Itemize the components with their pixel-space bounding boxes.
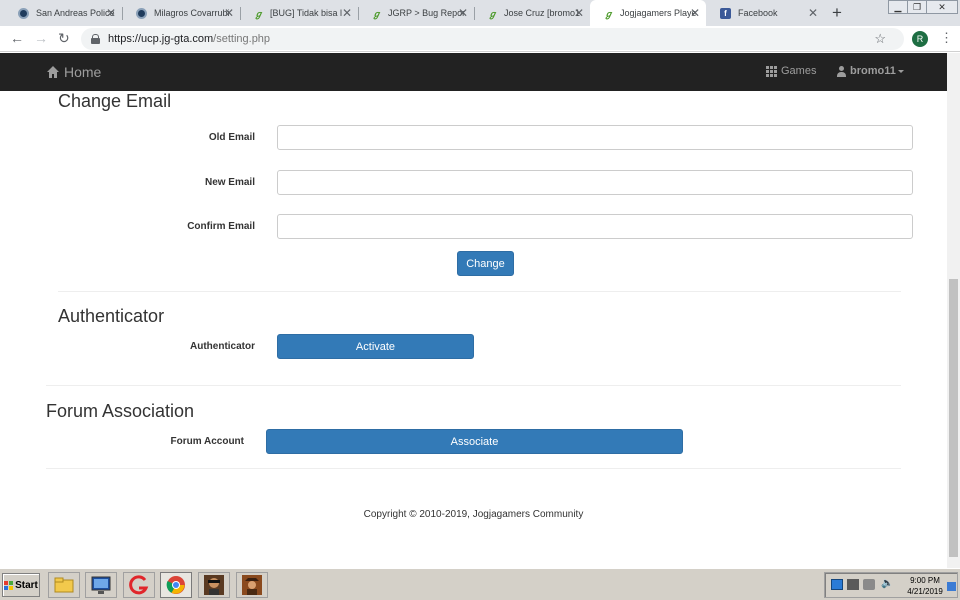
remote-desktop-icon[interactable] bbox=[85, 572, 117, 598]
back-icon[interactable]: ← bbox=[10, 30, 24, 46]
bookmark-star-icon[interactable]: ☆ bbox=[874, 31, 886, 47]
browser-tab[interactable]: f Facebook ✕ bbox=[706, 0, 824, 26]
home-link[interactable]: Home bbox=[46, 64, 101, 80]
close-window-button[interactable]: ✕ bbox=[926, 0, 958, 14]
old-email-field[interactable] bbox=[277, 125, 913, 150]
facebook-icon: f bbox=[720, 7, 731, 19]
browser-tab[interactable]: San Andreas Police ✕ bbox=[4, 0, 122, 26]
jg-logo-icon: ℊ bbox=[604, 9, 614, 20]
new-email-label: New Email bbox=[204, 177, 255, 188]
home-icon bbox=[47, 66, 59, 78]
browser-tab-strip: San Andreas Police ✕ Milagros Covarrubi … bbox=[0, 0, 960, 26]
start-button[interactable]: Start bbox=[2, 573, 40, 597]
confirm-email-field[interactable] bbox=[277, 214, 913, 239]
copyright-text: Copyright © 2010-2019, Jogjagamers Commu… bbox=[363, 509, 584, 520]
activate-authenticator-button[interactable]: Activate bbox=[277, 334, 474, 359]
close-icon[interactable]: ✕ bbox=[574, 6, 584, 20]
url-host: https://ucp.jg-gta.com bbox=[108, 33, 214, 45]
close-icon[interactable]: ✕ bbox=[458, 6, 468, 20]
url-field[interactable]: https://ucp.jg-gta.com/setting.php ☆ bbox=[81, 28, 904, 50]
close-icon[interactable]: ✕ bbox=[808, 6, 818, 20]
restore-button[interactable]: ❐ bbox=[907, 0, 927, 14]
change-email-title: Change Email bbox=[58, 91, 172, 111]
divider bbox=[58, 291, 901, 292]
speaker-icon[interactable]: 🔈 bbox=[881, 578, 895, 589]
associate-forum-button[interactable]: Associate bbox=[266, 429, 683, 454]
games-link[interactable]: Games bbox=[766, 65, 816, 77]
browser-tab[interactable]: Milagros Covarrubi ✕ bbox=[122, 0, 240, 26]
grid-icon bbox=[766, 65, 777, 77]
network-icon[interactable] bbox=[831, 579, 843, 590]
close-icon[interactable]: ✕ bbox=[690, 6, 700, 20]
gta-character-icon[interactable] bbox=[236, 572, 268, 598]
jg-logo-icon: ℊ bbox=[254, 9, 264, 20]
scrollbar-thumb[interactable] bbox=[949, 279, 958, 557]
browser-menu-icon[interactable]: ⋮ bbox=[940, 30, 953, 46]
settings-content: Change Email Old Email New Email Confirm… bbox=[0, 91, 947, 568]
taskbar: Start 🔈 9:00 PM 4/21/2019 bbox=[0, 568, 960, 600]
url-path: /setting.php bbox=[213, 33, 271, 45]
browser-tab[interactable]: ℊ Jose Cruz [bromo1 ✕ bbox=[474, 0, 590, 26]
forum-account-label: Forum Account bbox=[170, 436, 244, 447]
sapd-badge-icon bbox=[136, 7, 147, 19]
lock-icon bbox=[91, 34, 100, 44]
divider bbox=[46, 468, 901, 469]
chrome-icon[interactable] bbox=[160, 572, 192, 598]
site-navbar: Home Games bromo11 bbox=[0, 53, 947, 91]
gta-sa-icon[interactable] bbox=[198, 572, 230, 598]
monitor-icon[interactable] bbox=[847, 579, 859, 590]
authenticator-title: Authenticator bbox=[58, 306, 165, 326]
home-label: Home bbox=[64, 64, 102, 80]
user-menu-dropdown[interactable]: bromo11 bbox=[836, 65, 904, 77]
close-icon[interactable]: ✕ bbox=[224, 6, 234, 20]
caret-down-icon bbox=[897, 69, 904, 73]
show-desktop-icon[interactable] bbox=[947, 582, 956, 591]
clock-time[interactable]: 9:00 PM bbox=[905, 576, 945, 585]
old-email-label: Old Email bbox=[208, 132, 255, 143]
page-scrollbar[interactable] bbox=[947, 53, 960, 568]
system-tray: 🔈 9:00 PM 4/21/2019 bbox=[824, 572, 958, 598]
clock-date[interactable]: 4/21/2019 bbox=[903, 587, 947, 596]
windows-flag-icon bbox=[4, 580, 14, 590]
new-tab-button[interactable]: + bbox=[832, 3, 842, 23]
jg-logo-icon: ℊ bbox=[488, 9, 498, 20]
close-icon[interactable]: ✕ bbox=[342, 6, 352, 20]
address-bar: ← → ↻ https://ucp.jg-gta.com/setting.php… bbox=[0, 26, 960, 52]
forward-icon[interactable]: → bbox=[34, 30, 48, 46]
start-label: Start bbox=[15, 579, 38, 591]
forum-association-title: Forum Association bbox=[46, 401, 195, 421]
reload-icon[interactable]: ↻ bbox=[58, 30, 70, 47]
games-label: Games bbox=[781, 65, 817, 77]
browser-tab[interactable]: ℊ JGRP > Bug Repor ✕ bbox=[358, 0, 474, 26]
divider bbox=[46, 385, 901, 386]
device-icon[interactable] bbox=[863, 579, 875, 590]
sapd-badge-icon bbox=[18, 7, 29, 19]
garena-icon[interactable] bbox=[123, 572, 155, 598]
file-manager-icon[interactable] bbox=[48, 572, 80, 598]
minimize-button[interactable]: ▁ bbox=[888, 0, 908, 14]
new-email-field[interactable] bbox=[277, 170, 913, 195]
user-name: bromo11 bbox=[850, 65, 896, 77]
change-email-button[interactable]: Change bbox=[457, 251, 514, 276]
close-icon[interactable]: ✕ bbox=[106, 6, 116, 20]
browser-tab-active[interactable]: ℊ Jogjagamers Playe ✕ bbox=[590, 0, 706, 26]
user-icon bbox=[836, 65, 847, 77]
profile-avatar[interactable]: R bbox=[912, 31, 928, 47]
confirm-email-label: Confirm Email bbox=[187, 221, 255, 232]
authenticator-label: Authenticator bbox=[190, 341, 255, 352]
browser-tab[interactable]: ℊ [BUG] Tidak bisa l ✕ bbox=[240, 0, 358, 26]
jg-logo-icon: ℊ bbox=[372, 9, 382, 20]
